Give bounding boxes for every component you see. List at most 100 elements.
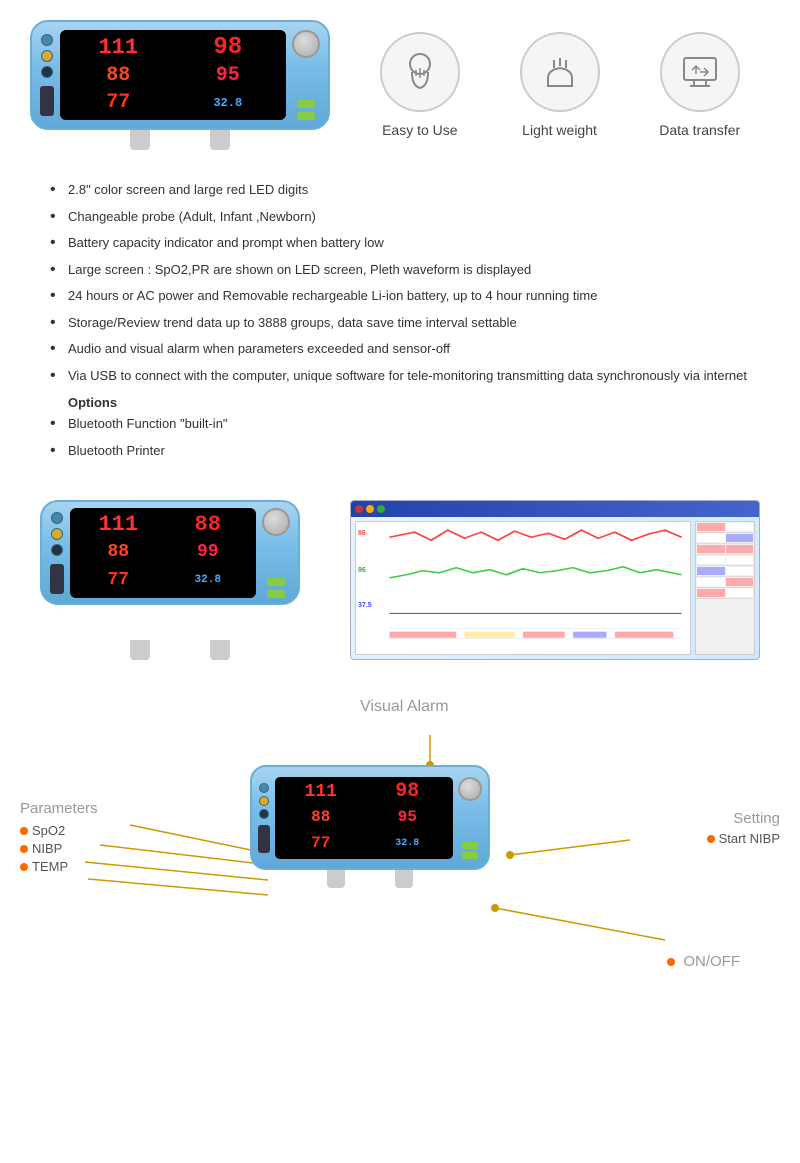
bullet-3: Battery capacity indicator and prompt wh… (50, 233, 750, 253)
sw-title-bar (351, 501, 759, 517)
button-yellow (41, 50, 53, 62)
mid-sys: 111 (74, 512, 163, 539)
button-blue (41, 34, 53, 46)
bullet-1: 2.8" color screen and large red LED digi… (50, 180, 750, 200)
lm-btn-dark (259, 809, 269, 819)
lm-spo2: 98 (365, 780, 451, 805)
mid-temp: 32.8 (164, 567, 253, 594)
mid-nav-knob[interactable] (262, 508, 290, 536)
bullet-7: Audio and visual alarm when parameters e… (50, 339, 750, 359)
onoff-section: ON/OFF (667, 953, 740, 970)
param-dot-temp (20, 863, 28, 871)
hand-lift-icon (538, 50, 582, 94)
monitor-stand (130, 130, 230, 150)
bullet-5: 24 hours or AC power and Removable recha… (50, 286, 750, 306)
lm-stand-right (395, 870, 413, 888)
setting-title: Setting (707, 810, 780, 827)
mid-btn-yellow (51, 528, 63, 540)
lm-screen: 111 98 88 95 77 32.8 (275, 777, 453, 859)
dia-value: 77 (64, 90, 173, 117)
mid-spo2: 88 (164, 512, 253, 539)
temp-value: 32.8 (174, 90, 283, 117)
lm-stand (250, 870, 490, 888)
pr-value: 95 (174, 62, 283, 89)
lm-pr: 95 (365, 805, 451, 830)
start-nibp: Start NIBP (707, 831, 780, 846)
feature-easy-to-use: Easy to Use (380, 32, 460, 138)
onoff-label-text: ON/OFF (667, 953, 740, 970)
mid-stand-left (130, 640, 150, 660)
bullet-2: Changeable probe (Adult, Infant ,Newborn… (50, 207, 750, 227)
diagram-device: 111 98 88 95 77 32.8 (250, 765, 490, 888)
mid-map: 88 (74, 539, 163, 566)
touch-icon (398, 50, 442, 94)
features-list: 2.8" color screen and large red LED digi… (50, 180, 750, 385)
device-image-top: 111 98 88 95 77 32.8 (30, 20, 330, 150)
options-heading: Options (68, 395, 750, 410)
onoff-dot (667, 958, 675, 966)
lm-nav-knob[interactable] (458, 777, 482, 801)
setting-section: Setting Start NIBP (707, 810, 780, 846)
easy-to-use-label: Easy to Use (382, 122, 457, 138)
parameters-title: Parameters (20, 800, 98, 817)
param-temp: TEMP (20, 859, 98, 874)
lm-map: 88 (278, 805, 364, 830)
setting-dot (707, 835, 715, 843)
lm-btn-blue (259, 783, 269, 793)
nav-knob[interactable] (292, 30, 320, 58)
green-btn-2[interactable] (297, 112, 315, 120)
mid-green-btn-1[interactable] (267, 578, 285, 586)
mid-btn-blue (51, 512, 63, 524)
button-dark (41, 66, 53, 78)
sw-table (695, 521, 755, 655)
lm-stand-left (327, 870, 345, 888)
feature-light-weight: Light weight (520, 32, 600, 138)
data-transfer-label: Data transfer (659, 122, 740, 138)
option-1: Bluetooth Function "built-in" (50, 414, 750, 434)
visual-alarm-label: Visual Alarm (360, 698, 449, 716)
stand-right (210, 130, 230, 150)
light-weight-icon-circle (520, 32, 600, 112)
spo2-value: 98 (174, 34, 283, 61)
sw-close-btn (355, 505, 363, 513)
lm-dia: 77 (278, 831, 364, 856)
data-transfer-icon-circle (660, 32, 740, 112)
sw-chart: 86 96 37.5 (355, 521, 691, 655)
option-2: Bluetooth Printer (50, 441, 750, 461)
mid-dia: 77 (74, 567, 163, 594)
lm-connector (258, 825, 270, 853)
mid-monitor-screen: 111 88 88 99 77 32.8 (70, 508, 256, 598)
lm-btn-yellow (259, 796, 269, 806)
sw-max-btn (377, 505, 385, 513)
bullet-8: Via USB to connect with the computer, un… (50, 366, 750, 386)
lm-sys: 111 (278, 780, 364, 805)
parameters-section: Parameters SpO2 NIBP TEMP (20, 800, 98, 877)
green-btn-1[interactable] (297, 100, 315, 108)
device-image-mid: 111 88 88 99 77 32.8 (40, 500, 320, 660)
bullets-section: 2.8" color screen and large red LED digi… (0, 160, 800, 480)
param-spo2: SpO2 (20, 823, 98, 838)
bullet-6: Storage/Review trend data up to 3888 gro… (50, 313, 750, 333)
software-screenshot: 86 96 37.5 (350, 500, 760, 660)
mid-green-btn-2[interactable] (267, 590, 285, 598)
feature-data-transfer: Data transfer (659, 32, 740, 138)
sys-value: 111 (64, 34, 173, 61)
sw-min-btn (366, 505, 374, 513)
mid-btn-dark (51, 544, 63, 556)
mid-monitor-stand (130, 640, 230, 660)
diagram-section: Visual Alarm Parameters SpO2 NIBP TEMP 1 (0, 680, 800, 1000)
param-dot-nibp (20, 845, 28, 853)
param-nibp: NIBP (20, 841, 98, 856)
lm-green-btn-1[interactable] (462, 842, 478, 849)
middle-images-section: 111 88 88 99 77 32.8 (0, 480, 800, 680)
lm-green-btn-2[interactable] (462, 852, 478, 859)
options-list: Bluetooth Function "built-in" Bluetooth … (50, 414, 750, 460)
sw-content: 86 96 37.5 (351, 517, 759, 659)
stand-left (130, 130, 150, 150)
mid-connector (50, 564, 64, 594)
lm-temp: 32.8 (365, 831, 451, 856)
chart-waves-svg (356, 522, 690, 654)
bullet-4: Large screen : SpO2,PR are shown on LED … (50, 260, 750, 280)
map-value: 88 (64, 62, 173, 89)
mid-pr: 99 (164, 539, 253, 566)
